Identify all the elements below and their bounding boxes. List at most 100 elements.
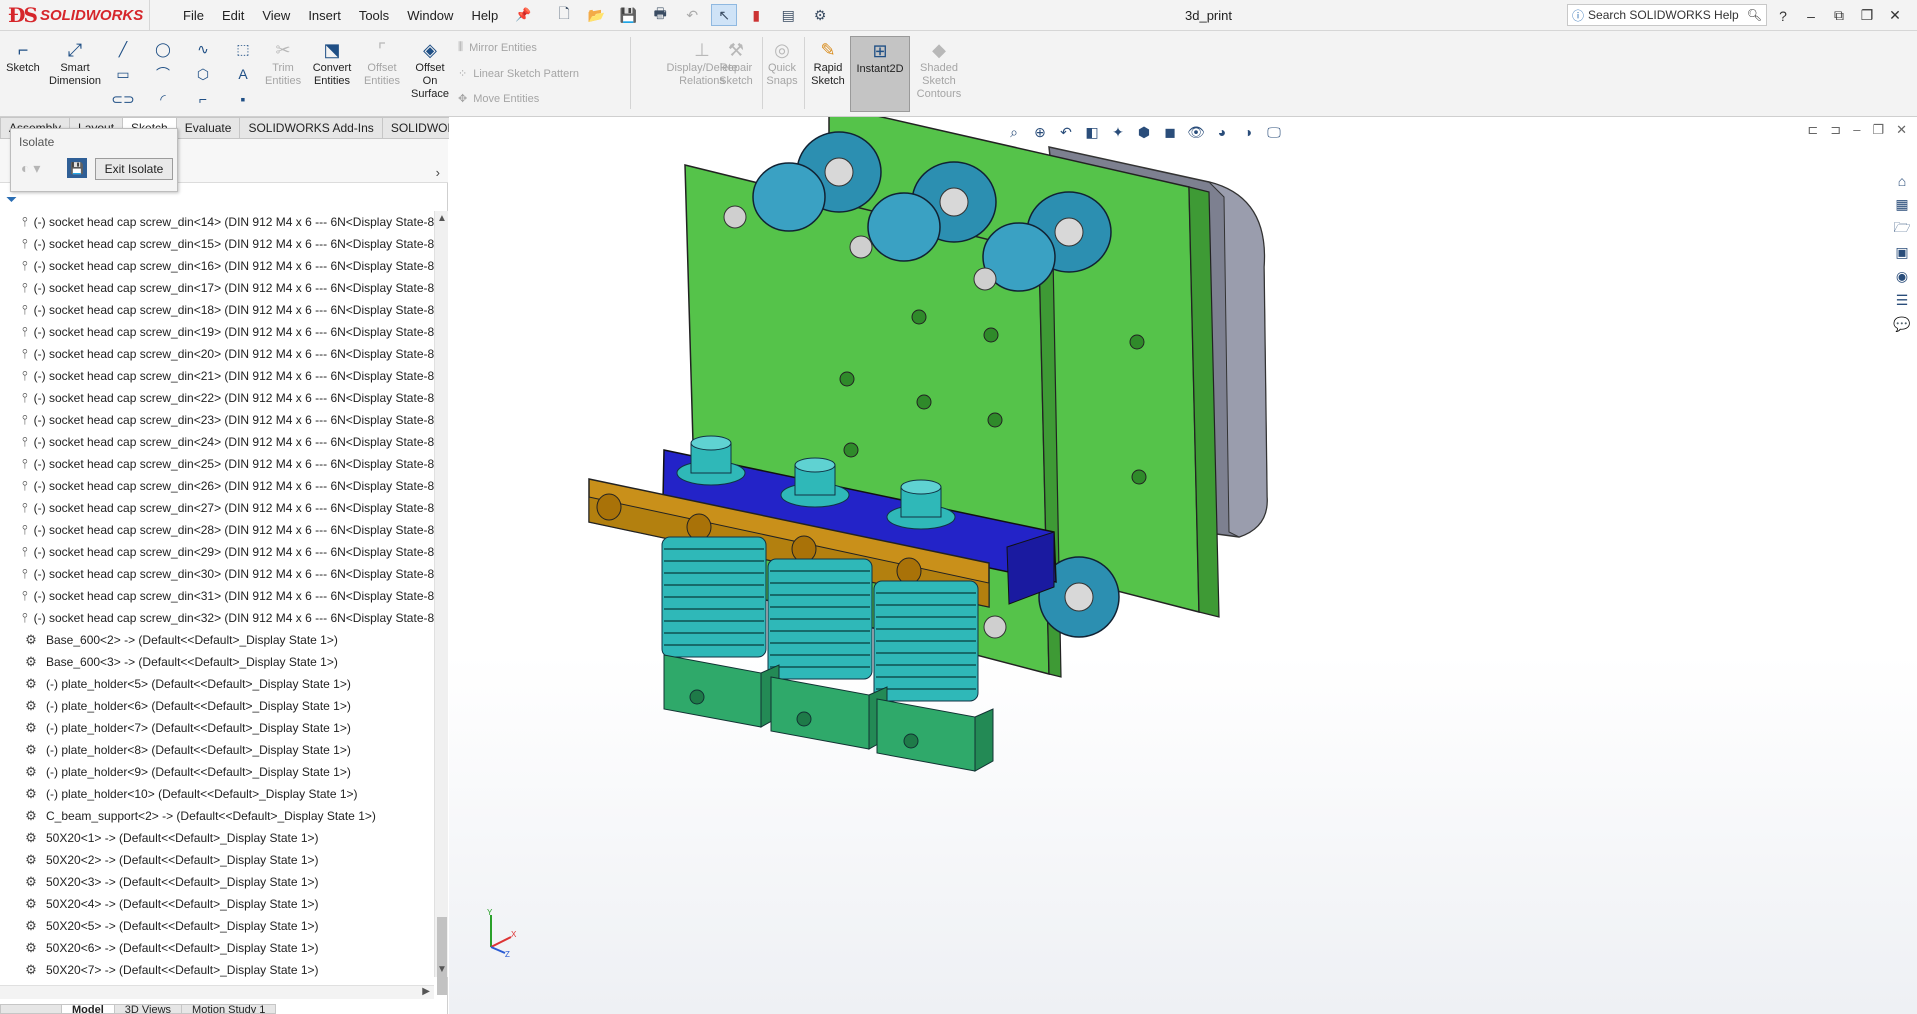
tree-item[interactable]: ⚙ (-) plate_holder<5> (Default<<Default>_…	[0, 673, 434, 695]
file-properties-icon[interactable]: ▤	[775, 4, 801, 26]
tree-item[interactable]: ⚙ Base_600<2> -> (Default<<Default>_Displ…	[0, 629, 434, 651]
tree-item[interactable]: ⫯ (-) socket head cap screw_din<29> (DIN …	[0, 541, 434, 563]
tree-item[interactable]: ⫯ (-) socket head cap screw_din<26> (DIN …	[0, 475, 434, 497]
tab-solidworks-add-ins[interactable]: SOLIDWORKS Add-Ins	[239, 117, 383, 139]
maximize-icon[interactable]: ❐	[1853, 7, 1881, 24]
tree-horizontal-scrollbar[interactable]: ▶	[0, 985, 434, 999]
tree-item[interactable]: ⚙ (-) plate_holder<7> (Default<<Default>_…	[0, 717, 434, 739]
tree-item[interactable]: ⫯ (-) socket head cap screw_din<21> (DIN …	[0, 365, 434, 387]
offset-entities-button[interactable]: ⌜ Offset Entities	[360, 39, 404, 88]
chamfer-icon[interactable]: ⌐	[192, 89, 214, 109]
help-dropdown-icon[interactable]: ?	[1769, 8, 1797, 24]
sketch-button[interactable]: ⌐ Sketch	[4, 39, 42, 75]
mirror-entities-button[interactable]: ⫼ Mirror Entities	[458, 41, 537, 54]
tree-item[interactable]: ⫯ (-) socket head cap screw_din<17> (DIN …	[0, 277, 434, 299]
tree-item[interactable]: ⫯ (-) socket head cap screw_din<32> (DIN …	[0, 607, 434, 629]
tree-item[interactable]: ⫯ (-) socket head cap screw_din<24> (DIN …	[0, 431, 434, 453]
help-search-box[interactable]: ⓘ Search SOLIDWORKS Help 🔍︎	[1567, 4, 1767, 26]
construction-geometry-icon[interactable]: ⬚	[232, 39, 254, 59]
select-cursor-icon[interactable]: ↖	[711, 4, 738, 26]
scroll-right-icon[interactable]: ▶	[422, 986, 430, 997]
tab-evaluate[interactable]: Evaluate	[175, 117, 241, 139]
tree-item[interactable]: ⚙ 50X20<5> -> (Default<<Default>_Display …	[0, 915, 434, 937]
move-entities-button[interactable]: ✥ Move Entities	[458, 92, 539, 106]
graphics-area[interactable]: ⌕ ⊕ ↶ ◧ ✦ ⬢ ◼ 👁 ◕ ◑ 🖵 ⊏ ⊐ – ❐ ✕ ⌂ ▦ 🗁 ▣ …	[449, 117, 1917, 1014]
tree-item[interactable]: ⫯ (-) socket head cap screw_din<22> (DIN …	[0, 387, 434, 409]
menu-window[interactable]: Window	[398, 0, 462, 31]
tree-item[interactable]: ⚙ 50X20<6> -> (Default<<Default>_Display …	[0, 937, 434, 959]
text-icon[interactable]: A	[232, 64, 254, 84]
point-icon[interactable]: ▪	[232, 89, 254, 109]
tree-item[interactable]: ⚙ (-) plate_holder<6> (Default<<Default>_…	[0, 695, 434, 717]
minimize-icon[interactable]: –	[1797, 8, 1825, 24]
tree-item[interactable]: ⫯ (-) socket head cap screw_din<23> (DIN …	[0, 409, 434, 431]
polygon-icon[interactable]: ⬡	[192, 64, 214, 84]
tree-item[interactable]: ⚙ 50X20<2> -> (Default<<Default>_Display …	[0, 849, 434, 871]
rectangle-icon[interactable]: ▭	[112, 64, 134, 84]
smart-dimension-button[interactable]: ⤢ Smart Dimension	[46, 39, 104, 88]
spline-icon[interactable]: ∿	[192, 39, 214, 59]
tab-3d-views[interactable]: 3D Views	[113, 1004, 183, 1014]
filter-icon[interactable]: ⏷	[6, 191, 17, 208]
undo-icon[interactable]: ↶	[679, 4, 705, 26]
tree-item[interactable]: ⚙ 50X20<4> -> (Default<<Default>_Display …	[0, 893, 434, 915]
tree-item[interactable]: ⚙ 50X20<1> -> (Default<<Default>_Display …	[0, 827, 434, 849]
tree-item[interactable]: ⫯ (-) socket head cap screw_din<20> (DIN …	[0, 343, 434, 365]
scrollbar-thumb[interactable]	[437, 917, 447, 995]
tab-nav-arrows[interactable]	[0, 1004, 62, 1014]
shaded-sketch-contours-button[interactable]: ◆ Shaded Sketch Contours	[914, 39, 964, 101]
tree-item[interactable]: ⫯ (-) socket head cap screw_din<28> (DIN …	[0, 519, 434, 541]
save-icon[interactable]: 💾	[615, 4, 641, 26]
menu-view[interactable]: View	[253, 0, 299, 31]
tab-model[interactable]: Model	[61, 1004, 115, 1014]
print-icon[interactable]: 🖶	[647, 4, 673, 26]
instant2d-button[interactable]: ⊞ Instant2D	[850, 36, 910, 112]
tree-item[interactable]: ⫯ (-) socket head cap screw_din<31> (DIN …	[0, 585, 434, 607]
search-icon[interactable]: 🔍︎	[1747, 8, 1762, 22]
slot-icon[interactable]: ⊂⊃	[111, 89, 134, 109]
tree-item[interactable]: ⚙ (-) plate_holder<9> (Default<<Default>_…	[0, 761, 434, 783]
rapid-sketch-button[interactable]: ✎ Rapid Sketch	[808, 39, 848, 88]
tree-item[interactable]: ⫯ (-) socket head cap screw_din<25> (DIN …	[0, 453, 434, 475]
tree-item[interactable]: ⚙ C_beam_support<2> -> (Default<<Default>…	[0, 805, 434, 827]
restore-icon[interactable]: ⧉	[1825, 7, 1853, 24]
menu-insert[interactable]: Insert	[299, 0, 350, 31]
3d-model-render[interactable]	[449, 117, 1917, 1014]
tree-item[interactable]: ⫯ (-) socket head cap screw_din<30> (DIN …	[0, 563, 434, 585]
arc-icon[interactable]: ⌒	[152, 64, 174, 84]
fillet-icon[interactable]: ◜	[152, 89, 174, 109]
offset-on-surface-button[interactable]: ◈ Offset On Surface	[406, 39, 454, 101]
linear-sketch-pattern-button[interactable]: ⁘ Linear Sketch Pattern	[458, 67, 579, 81]
menu-edit[interactable]: Edit	[213, 0, 253, 31]
quick-snaps-button[interactable]: ◎ Quick Snaps	[764, 39, 800, 88]
convert-entities-button[interactable]: ⬔ Convert Entities	[306, 39, 358, 88]
chevron-right-icon[interactable]: ›	[436, 165, 440, 180]
isolate-visibility-icon[interactable]: ◐ ▾	[21, 160, 40, 177]
menu-help[interactable]: Help	[462, 0, 507, 31]
tree-item[interactable]: ⫯ (-) socket head cap screw_din<14> (DIN …	[0, 211, 434, 233]
tab-motion-study-1[interactable]: Motion Study 1	[181, 1004, 277, 1014]
line-icon[interactable]: ╱	[112, 39, 134, 59]
tree-item[interactable]: ⫯ (-) socket head cap screw_din<15> (DIN …	[0, 233, 434, 255]
new-document-icon[interactable]: 🗋	[551, 4, 577, 26]
tree-item[interactable]: ⫯ (-) socket head cap screw_din<16> (DIN …	[0, 255, 434, 277]
repair-sketch-button[interactable]: ⚒ Repair Sketch	[714, 39, 758, 88]
exit-isolate-button[interactable]: Exit Isolate	[95, 158, 173, 180]
pin-menu-icon[interactable]: 📌	[513, 5, 533, 25]
tree-item[interactable]: ⚙ Base_600<3> -> (Default<<Default>_Displ…	[0, 651, 434, 673]
tree-item[interactable]: ⚙ (-) plate_holder<10> (Default<<Default>…	[0, 783, 434, 805]
tree-item[interactable]: ⫯ (-) socket head cap screw_din<19> (DIN …	[0, 321, 434, 343]
tree-item[interactable]: ⚙ 50X20<7> -> (Default<<Default>_Display …	[0, 959, 434, 977]
isolate-save-icon[interactable]: 💾	[67, 158, 87, 178]
close-icon[interactable]: ✕	[1881, 7, 1909, 24]
menu-file[interactable]: File	[174, 0, 213, 31]
circle-icon[interactable]: ◯	[152, 39, 174, 59]
options-gear-icon[interactable]: ⚙	[807, 4, 833, 26]
tree-item[interactable]: ⫯ (-) socket head cap screw_din<18> (DIN …	[0, 299, 434, 321]
scroll-up-icon[interactable]: ▲	[435, 213, 449, 224]
menu-tools[interactable]: Tools	[350, 0, 398, 31]
tree-item[interactable]: ⫯ (-) socket head cap screw_din<27> (DIN …	[0, 497, 434, 519]
scroll-down-icon[interactable]: ▼	[435, 964, 449, 975]
open-folder-icon[interactable]: 📂	[583, 4, 609, 26]
rebuild-icon[interactable]: ▮	[743, 4, 769, 26]
